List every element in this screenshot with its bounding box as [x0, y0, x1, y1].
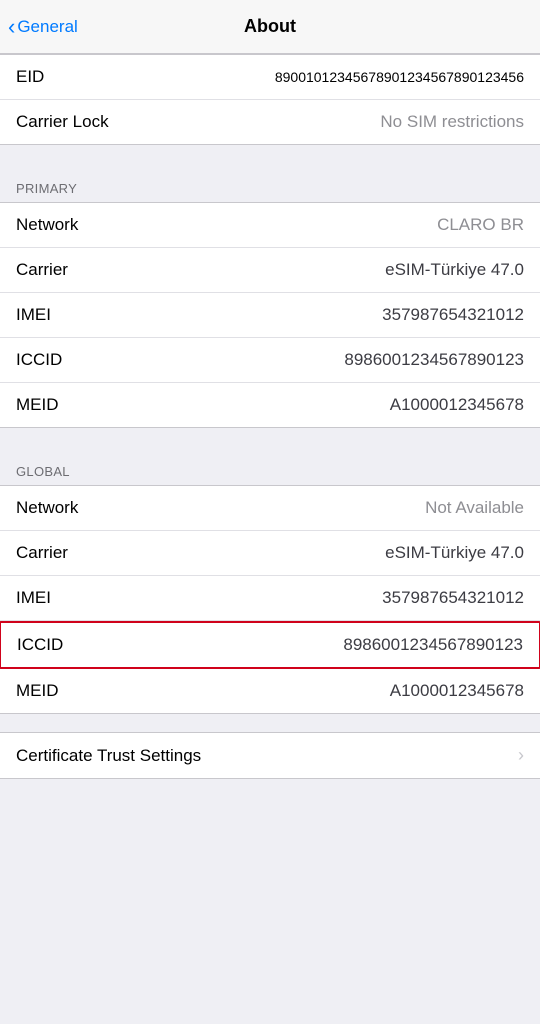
global-network-row: Network Not Available [0, 486, 540, 531]
global-iccid-row: ICCID 8986001234567890123 [0, 621, 540, 669]
global-imei-row: IMEI 357987654321012 [0, 576, 540, 621]
primary-imei-value: 357987654321012 [59, 305, 524, 325]
global-iccid-label: ICCID [17, 635, 63, 655]
navigation-bar: ‹ General About [0, 0, 540, 54]
primary-carrier-label: Carrier [16, 260, 68, 280]
primary-network-value: CLARO BR [86, 215, 524, 235]
primary-iccid-value: 8986001234567890123 [70, 350, 524, 370]
global-section: GLOBAL Network Not Available Carrier eSI… [0, 446, 540, 714]
primary-imei-label: IMEI [16, 305, 51, 325]
global-carrier-value: eSIM-Türkiye 47.0 [76, 543, 524, 563]
global-meid-value: A1000012345678 [67, 681, 525, 701]
primary-carrier-row: Carrier eSIM-Türkiye 47.0 [0, 248, 540, 293]
spacer-3 [0, 714, 540, 732]
primary-section: PRIMARY Network CLARO BR Carrier eSIM-Tü… [0, 163, 540, 428]
primary-network-label: Network [16, 215, 78, 235]
top-section: EID 89001012345678901234567890123456 Car… [0, 54, 540, 145]
certificate-trust-row[interactable]: Certificate Trust Settings › [0, 733, 540, 778]
footer-section-body: Certificate Trust Settings › [0, 732, 540, 779]
primary-iccid-label: ICCID [16, 350, 62, 370]
global-header: GLOBAL [0, 446, 540, 485]
chevron-right-icon: › [518, 745, 524, 766]
top-section-body: EID 89001012345678901234567890123456 Car… [0, 54, 540, 145]
global-meid-row: MEID A1000012345678 [0, 669, 540, 713]
primary-iccid-row: ICCID 8986001234567890123 [0, 338, 540, 383]
primary-header: PRIMARY [0, 163, 540, 202]
back-chevron-icon: ‹ [8, 16, 15, 38]
primary-meid-label: MEID [16, 395, 59, 415]
carrier-lock-row: Carrier Lock No SIM restrictions [0, 100, 540, 144]
global-network-label: Network [16, 498, 78, 518]
page-title: About [244, 16, 296, 37]
primary-network-row: Network CLARO BR [0, 203, 540, 248]
global-meid-label: MEID [16, 681, 59, 701]
carrier-lock-label: Carrier Lock [16, 112, 109, 132]
back-label: General [17, 17, 77, 37]
primary-meid-value: A1000012345678 [67, 395, 525, 415]
primary-meid-row: MEID A1000012345678 [0, 383, 540, 427]
eid-row: EID 89001012345678901234567890123456 [0, 55, 540, 100]
eid-value: 89001012345678901234567890123456 [52, 69, 524, 85]
back-button[interactable]: ‹ General [8, 16, 78, 38]
global-network-value: Not Available [86, 498, 524, 518]
primary-carrier-value: eSIM-Türkiye 47.0 [76, 260, 524, 280]
spacer-2 [0, 428, 540, 446]
global-section-body: Network Not Available Carrier eSIM-Türki… [0, 485, 540, 714]
global-imei-label: IMEI [16, 588, 51, 608]
primary-imei-row: IMEI 357987654321012 [0, 293, 540, 338]
primary-section-body: Network CLARO BR Carrier eSIM-Türkiye 47… [0, 202, 540, 428]
carrier-lock-value: No SIM restrictions [117, 112, 524, 132]
global-iccid-value: 8986001234567890123 [71, 635, 523, 655]
spacer-1 [0, 145, 540, 163]
global-carrier-label: Carrier [16, 543, 68, 563]
footer-section: Certificate Trust Settings › [0, 732, 540, 779]
global-carrier-row: Carrier eSIM-Türkiye 47.0 [0, 531, 540, 576]
certificate-trust-label: Certificate Trust Settings [16, 746, 201, 766]
global-imei-value: 357987654321012 [59, 588, 524, 608]
eid-label: EID [16, 67, 44, 87]
